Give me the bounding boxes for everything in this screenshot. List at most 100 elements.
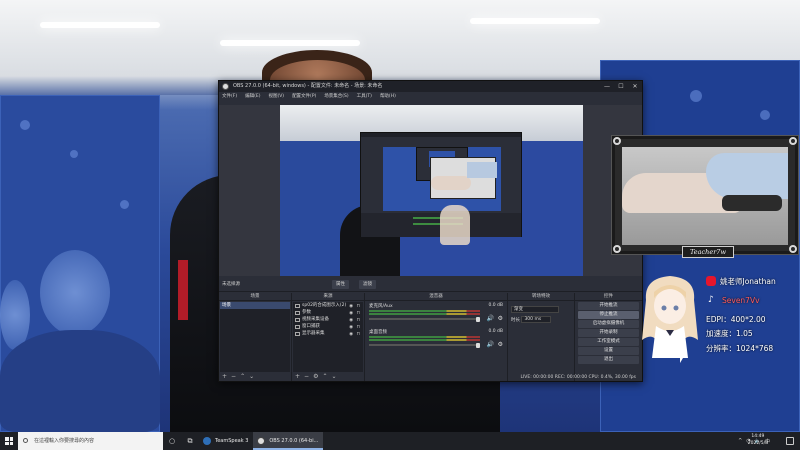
taskbar-search-input[interactable]: 在這裡輸入你要搜尋的內容 <box>18 432 163 450</box>
source-item[interactable]: sp02的合成图示入(2) ◉ ⊓ <box>293 302 363 309</box>
start-virtual-camera-button[interactable]: 启动虚拟摄像机 <box>578 320 639 328</box>
notification-icon[interactable] <box>786 437 794 445</box>
clock-date: 2022/5/8 <box>747 441 768 446</box>
webcam-sleeve <box>706 153 788 199</box>
maximize-button[interactable]: ☐ <box>614 81 628 92</box>
frame-ornament <box>789 245 797 253</box>
preview-margin-left <box>219 105 280 276</box>
webcam-feed <box>622 147 788 245</box>
taskbar-app-teamspeak[interactable]: TeamSpeak 3 <box>199 432 253 450</box>
transitions-dock: 转场特效 渐变 时长 300 ms <box>508 293 574 381</box>
source-item[interactable]: 参数 ◉ ⊓ <box>293 309 363 316</box>
menu-profile[interactable]: 配置文件(P) <box>292 92 316 101</box>
taskbar-clock[interactable]: 14:49 2022/5/8 <box>748 433 768 447</box>
frame-ornament <box>789 137 797 145</box>
move-down-icon[interactable]: ⌄ <box>331 372 336 381</box>
mixer-channel-desktop: 桌面音频 0.0 dB 🔊 ⚙ <box>366 328 506 354</box>
tray-chevron-icon[interactable]: ^ <box>738 438 742 444</box>
volume-fader[interactable] <box>369 342 480 348</box>
source-item[interactable]: 窗口捕获 ◉ ⊓ <box>293 323 363 330</box>
webcam-mouse <box>722 195 782 211</box>
obs-icon <box>257 437 266 445</box>
background-crowd <box>0 330 160 432</box>
wall-dot <box>120 200 129 209</box>
minimize-button[interactable]: — <box>600 81 614 92</box>
channel-db: 0.0 dB <box>488 329 503 334</box>
source-type-icon <box>295 331 300 336</box>
source-type-icon <box>295 324 300 329</box>
filters-button[interactable]: 滤镜 <box>359 280 376 289</box>
obs-window[interactable]: OBS 27.0.0 (64-bit, windows) - 配置文件: 未命名… <box>218 80 643 382</box>
add-scene-icon[interactable]: + <box>222 372 227 381</box>
controls-header: 控件 <box>575 293 642 301</box>
jersey-stripe <box>178 260 188 320</box>
taskbar: 在這裡輸入你要搜尋的內容 ○ ⧉ TeamSpeak 3 OBS 27.0.0 … <box>0 432 800 450</box>
channel-db: 0.0 dB <box>488 303 503 308</box>
scene-item[interactable]: 场景 <box>220 302 290 309</box>
source-type-icon <box>295 303 300 308</box>
volume-meter <box>369 336 480 338</box>
fader-knob[interactable] <box>476 342 480 348</box>
sources-header: 来源 <box>292 293 364 301</box>
no-source-selected-label: 未选择源 <box>222 282 240 287</box>
fader-knob[interactable] <box>476 316 480 322</box>
weibo-handle: 姚老师Jonathan <box>720 277 776 286</box>
menu-view[interactable]: 视图(V) <box>268 92 284 101</box>
exit-button[interactable]: 退出 <box>578 356 639 364</box>
start-button[interactable] <box>0 432 18 450</box>
gear-icon[interactable]: ⚙ <box>498 315 503 322</box>
source-settings-icon[interactable]: ⚙ <box>313 372 318 381</box>
volume-fader[interactable] <box>369 316 480 322</box>
obs-status-bar: LIVE: 00:00:00 REC: 00:00:00 CPU: 0.4%, … <box>520 375 636 380</box>
menu-tools[interactable]: 工具(T) <box>357 92 372 101</box>
menu-scene-collection[interactable]: 场景集合(S) <box>324 92 348 101</box>
anime-character <box>642 276 698 358</box>
scenes-header: 场景 <box>219 293 291 301</box>
controls-dock: 控件 开始推流 停止推流 启动虚拟摄像机 开始录制 工作室模式 设置 退出 <box>575 293 642 381</box>
move-down-icon[interactable]: ⌄ <box>249 372 254 381</box>
ceiling-light <box>470 18 600 24</box>
source-toolbar: 未选择源 属性 滤镜 <box>219 278 642 292</box>
duration-input[interactable]: 300 ms <box>521 316 552 323</box>
speaker-icon[interactable]: 🔊 <box>487 341 494 348</box>
remove-source-icon[interactable]: − <box>304 372 309 381</box>
eye-icon[interactable]: ◉ <box>349 331 353 338</box>
cortana-icon[interactable]: ○ <box>163 432 181 450</box>
scenes-dock: 场景 场景 + − ⌃ ⌄ <box>219 293 291 381</box>
source-item[interactable]: 视频采集设备 ◉ ⊓ <box>293 316 363 323</box>
lock-icon[interactable]: ⊓ <box>356 331 360 338</box>
ceiling-light <box>40 22 160 28</box>
studio-mode-button[interactable]: 工作室模式 <box>578 338 639 346</box>
add-source-icon[interactable]: + <box>295 372 300 381</box>
properties-button[interactable]: 属性 <box>332 280 349 289</box>
stop-streaming-button[interactable]: 停止推流 <box>578 311 639 319</box>
obs-logo-icon <box>222 83 229 90</box>
preview-webcam <box>430 157 497 199</box>
gear-icon[interactable]: ⚙ <box>498 341 503 348</box>
move-up-icon[interactable]: ⌃ <box>322 372 327 381</box>
tiktok-handle: Seven7Vv <box>722 296 760 305</box>
weibo-icon <box>706 276 716 286</box>
task-view-icon[interactable]: ⧉ <box>181 432 199 450</box>
source-item[interactable]: 显示器采集 ◉ ⊓ <box>293 330 363 337</box>
remove-scene-icon[interactable]: − <box>231 372 236 381</box>
wall-dot <box>20 120 30 130</box>
taskbar-app-obs[interactable]: OBS 27.0.0 (64-bi... <box>253 432 324 450</box>
menu-file[interactable]: 文件(F) <box>222 92 237 101</box>
obs-preview[interactable] <box>280 105 583 276</box>
obs-docks: 场景 场景 + − ⌃ ⌄ 来源 sp02的合成图示入(2) ◉ ⊓ 参数 ◉ ⊓ 视频… <box>219 293 642 381</box>
settings-button[interactable]: 设置 <box>578 347 639 355</box>
source-type-icon <box>295 317 300 322</box>
obs-titlebar[interactable]: OBS 27.0.0 (64-bit, windows) - 配置文件: 未命名… <box>219 81 642 92</box>
start-recording-button[interactable]: 开始录制 <box>578 329 639 337</box>
transition-select[interactable]: 渐变 <box>511 306 559 313</box>
menu-help[interactable]: 帮助(H) <box>380 92 396 101</box>
speaker-icon[interactable]: 🔊 <box>487 315 494 322</box>
channel-name: 麦克风/Aux <box>369 304 393 309</box>
menu-edit[interactable]: 编辑(E) <box>245 92 260 101</box>
move-up-icon[interactable]: ⌃ <box>240 372 245 381</box>
streamer-name-plate: Teacher7w <box>682 246 734 258</box>
obs-menubar: 文件(F) 编辑(E) 视图(V) 配置文件(P) 场景集合(S) 工具(T) … <box>219 92 642 101</box>
close-button[interactable]: ✕ <box>628 81 642 92</box>
start-streaming-button[interactable]: 开始推流 <box>578 302 639 310</box>
